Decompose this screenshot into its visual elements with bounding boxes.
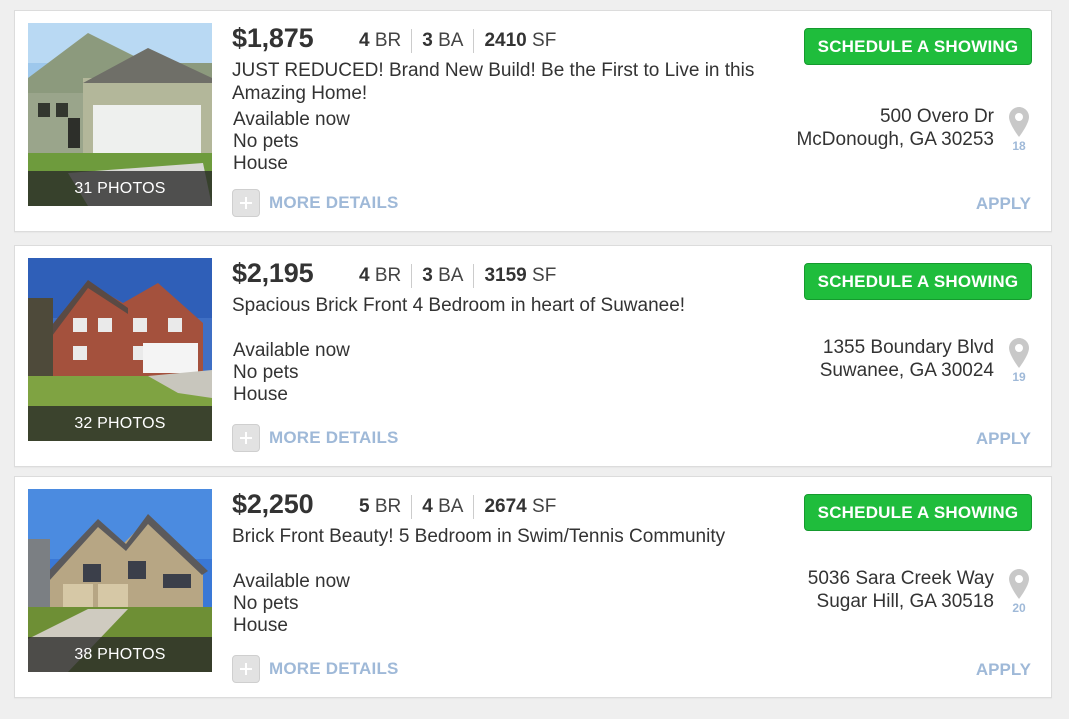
bathrooms: 3 BA xyxy=(411,264,473,288)
listing-attributes: Available now No pets House xyxy=(233,340,350,406)
apply-link[interactable]: APPLY xyxy=(976,660,1031,680)
photo-count: 32 PHOTOS xyxy=(28,406,212,441)
address-city-state-zip: McDonough, GA 30253 xyxy=(796,129,994,150)
listing-headline: JUST REDUCED! Brand New Build! Be the Fi… xyxy=(232,60,755,104)
map-pin[interactable]: 20 xyxy=(1007,569,1031,615)
bedrooms-label: BR xyxy=(374,30,402,51)
more-details-label: MORE DETAILS xyxy=(269,428,399,447)
listing-price: $1,875 xyxy=(232,23,314,53)
listing-price: $2,250 xyxy=(232,489,314,519)
more-details-button[interactable]: MORE DETAILS xyxy=(232,655,399,683)
plus-icon xyxy=(232,424,260,452)
bathrooms-count: 4 xyxy=(422,496,433,517)
property-type: House xyxy=(233,153,288,174)
bedrooms-count: 4 xyxy=(359,265,370,286)
bathrooms-count: 3 xyxy=(422,265,433,286)
more-details-label: MORE DETAILS xyxy=(269,193,399,212)
bedrooms-count: 4 xyxy=(359,30,370,51)
listing-photo[interactable]: 31 PHOTOS xyxy=(28,23,212,206)
bedrooms-label: BR xyxy=(374,496,402,517)
listing-card: 32 PHOTOS $2,195 4 BR 3 BA 3159 SF Spaci… xyxy=(14,245,1052,467)
plus-icon xyxy=(232,655,260,683)
address-street: 500 Overo Dr xyxy=(879,106,994,127)
bathrooms-count: 3 xyxy=(422,30,433,51)
listing-price: $2,195 xyxy=(232,258,314,288)
bathrooms: 4 BA xyxy=(411,495,473,519)
photo-count: 38 PHOTOS xyxy=(28,637,212,672)
pet-policy: No pets xyxy=(233,131,299,152)
address-city-state-zip: Sugar Hill, GA 30518 xyxy=(816,591,994,612)
map-pin-number: 20 xyxy=(1012,601,1026,615)
pet-policy: No pets xyxy=(233,362,299,383)
square-feet-count: 2674 xyxy=(484,496,527,517)
listing-specs: 5 BR 4 BA 2674 SF xyxy=(359,495,566,519)
property-type: House xyxy=(233,615,288,636)
plus-icon xyxy=(232,189,260,217)
map-pin[interactable]: 18 xyxy=(1007,107,1031,153)
pet-policy: No pets xyxy=(233,593,299,614)
listing-attributes: Available now No pets House xyxy=(233,571,350,637)
listing-photo[interactable]: 32 PHOTOS xyxy=(28,258,212,441)
schedule-showing-button[interactable]: SCHEDULE A SHOWING xyxy=(804,263,1032,300)
map-pin-number: 19 xyxy=(1012,370,1026,384)
map-pin-number: 18 xyxy=(1012,139,1026,153)
square-feet-count: 2410 xyxy=(484,30,527,51)
address-city-state-zip: Suwanee, GA 30024 xyxy=(819,360,994,381)
address-street: 1355 Boundary Blvd xyxy=(822,337,994,358)
listing-address: 5036 Sara Creek Way Sugar Hill, GA 30518 xyxy=(808,567,994,613)
square-feet-count: 3159 xyxy=(484,265,527,286)
availability: Available now xyxy=(233,340,350,361)
listing-headline: Spacious Brick Front 4 Bedroom in heart … xyxy=(232,295,686,316)
availability: Available now xyxy=(233,571,350,592)
square-feet-label: SF xyxy=(532,265,557,286)
square-feet: 2410 SF xyxy=(473,29,566,53)
listing-address: 1355 Boundary Blvd Suwanee, GA 30024 xyxy=(820,336,994,382)
more-details-button[interactable]: MORE DETAILS xyxy=(232,189,399,217)
listing-card: 38 PHOTOS $2,250 5 BR 4 BA 2674 SF Brick… xyxy=(14,476,1052,698)
listing-address: 500 Overo Dr McDonough, GA 30253 xyxy=(796,105,994,151)
square-feet: 2674 SF xyxy=(473,495,566,519)
square-feet: 3159 SF xyxy=(473,264,566,288)
more-details-label: MORE DETAILS xyxy=(269,659,399,678)
apply-link[interactable]: APPLY xyxy=(976,429,1031,449)
bathrooms-label: BA xyxy=(438,30,464,51)
listing-specs: 4 BR 3 BA 3159 SF xyxy=(359,264,566,288)
listing-card: 31 PHOTOS $1,875 4 BR 3 BA 2410 SF JUST … xyxy=(14,10,1052,232)
square-feet-label: SF xyxy=(532,496,557,517)
bathrooms: 3 BA xyxy=(411,29,473,53)
map-pin-icon xyxy=(1009,569,1029,599)
photo-count: 31 PHOTOS xyxy=(28,171,212,206)
schedule-showing-button[interactable]: SCHEDULE A SHOWING xyxy=(804,494,1032,531)
listing-attributes: Available now No pets House xyxy=(233,109,350,175)
listing-headline: Brick Front Beauty! 5 Bedroom in Swim/Te… xyxy=(232,526,726,547)
bathrooms-label: BA xyxy=(438,496,464,517)
bedrooms: 4 BR xyxy=(359,29,411,53)
property-type: House xyxy=(233,384,288,405)
bedrooms-label: BR xyxy=(374,265,402,286)
map-pin-icon xyxy=(1009,107,1029,137)
bedrooms-count: 5 xyxy=(359,496,370,517)
map-pin-icon xyxy=(1009,338,1029,368)
bedrooms: 5 BR xyxy=(359,495,411,519)
listing-specs: 4 BR 3 BA 2410 SF xyxy=(359,29,566,53)
address-street: 5036 Sara Creek Way xyxy=(807,568,994,589)
map-pin[interactable]: 19 xyxy=(1007,338,1031,384)
more-details-button[interactable]: MORE DETAILS xyxy=(232,424,399,452)
schedule-showing-button[interactable]: SCHEDULE A SHOWING xyxy=(804,28,1032,65)
listing-photo[interactable]: 38 PHOTOS xyxy=(28,489,212,672)
bedrooms: 4 BR xyxy=(359,264,411,288)
bathrooms-label: BA xyxy=(438,265,464,286)
apply-link[interactable]: APPLY xyxy=(976,194,1031,214)
square-feet-label: SF xyxy=(532,30,557,51)
availability: Available now xyxy=(233,109,350,130)
